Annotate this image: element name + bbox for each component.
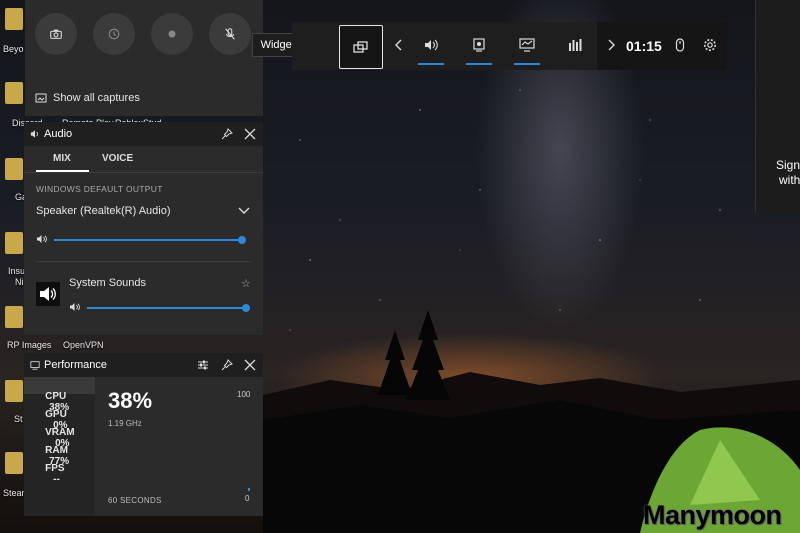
performance-icon [30,361,40,370]
game-bar: 01:15 [292,22,727,70]
performance-active-indicator [514,63,540,65]
volume-icon [37,235,47,243]
pin-icon [221,359,233,371]
widget-menu-button[interactable] [339,25,383,69]
metric-label: FPS [45,463,65,474]
capture-widget-button[interactable] [468,34,490,56]
close-icon [244,359,256,371]
desktop-icon[interactable] [5,158,23,180]
record-icon [168,30,176,38]
resources-widget-button[interactable] [564,34,586,56]
screenshot-button[interactable] [35,13,77,55]
master-volume-slider[interactable] [54,239,243,241]
pin-button[interactable] [220,358,234,372]
metric-value: -- [53,474,60,485]
master-volume-thumb[interactable] [238,236,246,244]
desktop-icon[interactable] [5,82,23,104]
desktop-icon-label: St [14,414,23,424]
camera-icon [50,29,62,39]
audio-icon [425,39,438,51]
start-recording-button[interactable] [151,13,193,55]
tab-mix[interactable]: MIX [53,153,71,164]
graph-min-label: 0 [245,494,250,503]
social-panel: Sign with [755,0,800,212]
audio-widget-button[interactable] [420,34,442,56]
settings-button[interactable] [699,34,721,56]
sign-in-line: with [779,173,800,187]
widget-title: Performance [44,359,107,371]
desktop-icon[interactable] [5,8,23,30]
pin-button[interactable] [220,127,234,141]
metric-fps[interactable]: FPS -- [34,452,65,496]
output-device-select[interactable]: Speaker (Realtek(R) Audio) [36,205,171,217]
desktop-icon[interactable] [5,232,23,254]
mic-toggle-button[interactable] [209,13,251,55]
pin-icon [221,128,233,140]
divider [36,261,251,262]
desktop-icon-label: Insu [8,266,26,276]
app-name: System Sounds [69,277,147,289]
desktop-icon-label: OpenVPN [63,340,104,350]
desktop-icon[interactable] [5,380,23,402]
capture-widget: Show all captures [25,0,263,116]
desktop-icon-label: Ni [15,277,24,287]
widget-title: Audio [44,128,73,140]
record-last-icon [108,28,120,40]
mic-off-icon [225,28,235,40]
tab-voice[interactable]: VOICE [102,153,133,164]
mouse-icon [675,38,685,52]
graph-max-label: 100 [237,390,251,399]
mouse-settings-button[interactable] [669,34,691,56]
clock: 01:15 [626,38,662,54]
gear-icon [704,39,716,51]
show-all-captures-link[interactable]: Show all captures [25,86,263,112]
gallery-icon [35,93,47,102]
desktop-icon[interactable] [5,306,23,328]
desktop-icon-label: Beyo [3,44,24,54]
close-button[interactable] [243,358,257,372]
performance-icon [519,38,535,52]
sign-in-prompt[interactable]: Sign with [776,158,800,188]
audio-icon [30,130,39,138]
cpu-frequency: 1.19 GHz [108,419,142,428]
widget-menu-icon [353,41,368,53]
favorite-star-icon[interactable]: ☆ [241,277,251,290]
app-volume-slider[interactable] [87,307,245,309]
app-volume-thumb[interactable] [242,304,250,312]
volume-icon [70,303,80,311]
chevron-left-icon [395,39,402,51]
options-button[interactable] [196,358,210,372]
audio-widget: Audio MIX VOICE WINDOWS DEFAULT OUTPUT S… [24,122,263,335]
capture-icon [473,38,485,52]
sliders-icon [198,360,208,370]
close-button[interactable] [243,127,257,141]
record-last-button[interactable] [93,13,135,55]
close-icon [244,128,256,140]
divider [24,172,263,173]
sign-in-line: Sign [776,158,800,172]
graph-duration-label: 60 SECONDS [108,496,162,505]
chevron-down-icon[interactable] [238,205,250,215]
resources-icon [569,39,582,51]
show-all-captures-label: Show all captures [53,92,140,104]
performance-widget-button[interactable] [516,34,538,56]
selected-metric-value: 38% [108,388,153,413]
chevron-right-icon [608,39,615,51]
scroll-left-button[interactable] [388,34,410,56]
capture-active-indicator [466,63,492,65]
speaker-icon [40,287,56,301]
audio-active-indicator [418,63,444,65]
watermark: Manymoon [643,500,782,530]
desktop-icon[interactable] [5,452,23,474]
graph-marker [248,488,250,491]
section-label: WINDOWS DEFAULT OUTPUT [36,184,163,194]
scroll-right-button[interactable] [600,34,622,56]
app-icon [36,282,60,306]
performance-widget: Performance CPU 38% GPU 0% VRAM 0% RAM 7… [24,353,263,516]
desktop-icon-label: RP Images [7,340,52,350]
